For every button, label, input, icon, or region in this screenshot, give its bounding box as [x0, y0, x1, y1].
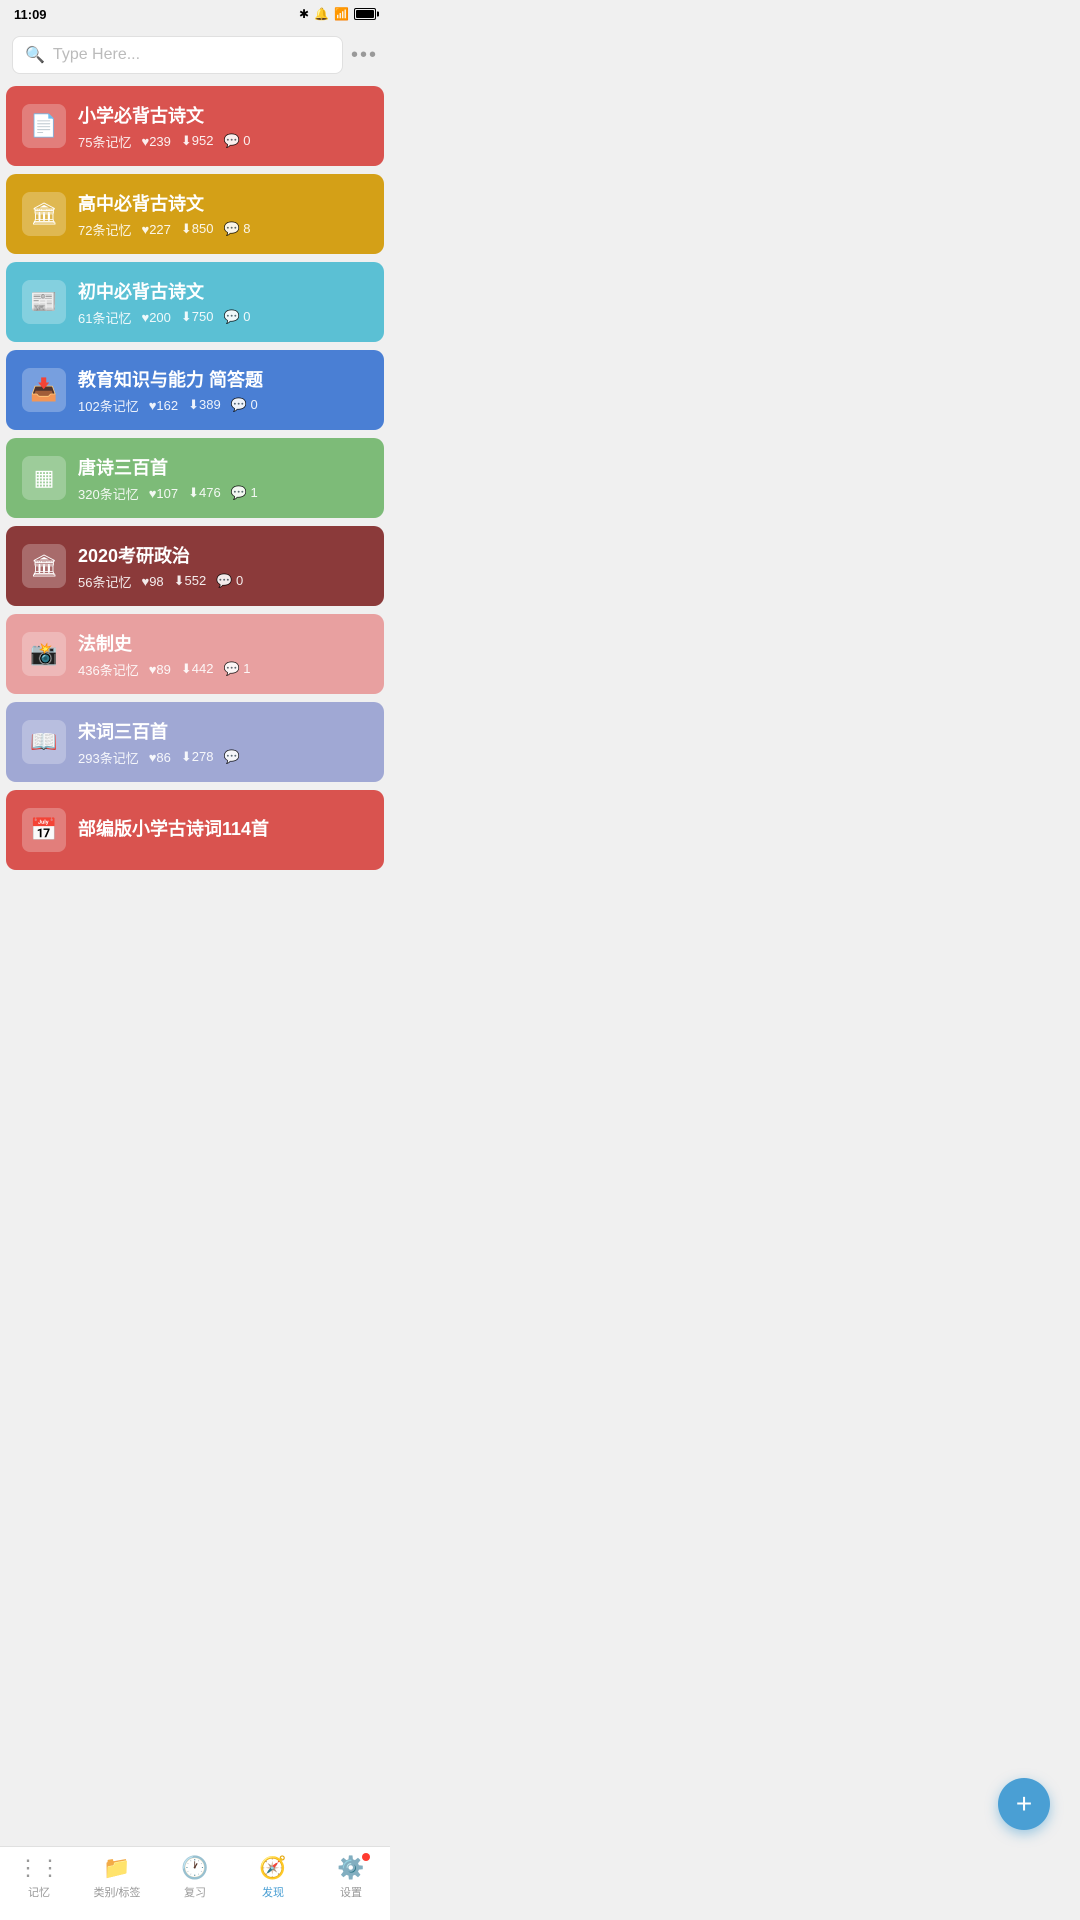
deck-likes: ♥227 [141, 222, 170, 237]
deck-stats: 320条记忆 ♥107 ⬇476 💬 1 [78, 484, 368, 503]
deck-comments: 💬 0 [231, 397, 258, 413]
nav-label-review: 复习 [184, 1884, 206, 1900]
deck-card-6[interactable]: 🏛 2020考研政治 56条记忆 ♥98 ⬇552 💬 0 [6, 526, 384, 606]
deck-downloads: ⬇750 [181, 309, 214, 325]
deck-downloads: ⬇850 [181, 221, 214, 237]
wifi-icon: 📶 [334, 7, 349, 21]
deck-comments: 💬 8 [223, 221, 250, 237]
deck-title: 教育知识与能力 简答题 [78, 366, 368, 392]
deck-stats: 61条记忆 ♥200 ⬇750 💬 0 [78, 308, 368, 327]
search-icon: 🔍 [25, 45, 45, 65]
deck-card-1[interactable]: 📄 小学必背古诗文 75条记忆 ♥239 ⬇952 💬 0 [6, 86, 384, 166]
deck-card-5[interactable]: ▦ 唐诗三百首 320条记忆 ♥107 ⬇476 💬 1 [6, 438, 384, 518]
deck-count: 102条记忆 [78, 396, 139, 415]
category-icon: 📁 [103, 1855, 130, 1881]
deck-comments: 💬 0 [223, 309, 250, 325]
status-icons: ✱ 🔔 📶 [299, 7, 376, 21]
nav-item-category[interactable]: 📁 类别/标签 [78, 1855, 156, 1900]
nav-label-discover: 发现 [262, 1884, 284, 1900]
nav-label-category: 类别/标签 [93, 1884, 140, 1900]
bottom-nav: ⋮⋮ 记忆 📁 类别/标签 🕐 复习 🧭 发现 ⚙️ 设置 [0, 1846, 390, 1920]
deck-card-9[interactable]: 📅 部编版小学古诗词114首 [6, 790, 384, 870]
deck-title: 部编版小学古诗词114首 [78, 815, 368, 841]
deck-title: 高中必背古诗文 [78, 190, 368, 216]
deck-downloads: ⬇952 [181, 133, 214, 149]
status-time: 11:09 [14, 7, 47, 22]
deck-downloads: ⬇442 [181, 661, 214, 677]
deck-downloads: ⬇389 [188, 397, 221, 413]
deck-count: 293条记忆 [78, 748, 139, 767]
deck-card-8[interactable]: 📖 宋词三百首 293条记忆 ♥86 ⬇278 💬 [6, 702, 384, 782]
deck-downloads: ⬇552 [174, 573, 207, 589]
deck-title: 宋词三百首 [78, 718, 368, 744]
more-options-button[interactable]: ••• [351, 44, 378, 67]
nav-item-memory[interactable]: ⋮⋮ 记忆 [0, 1855, 78, 1900]
deck-card-4[interactable]: 📥 教育知识与能力 简答题 102条记忆 ♥162 ⬇389 💬 0 [6, 350, 384, 430]
deck-stats: 75条记忆 ♥239 ⬇952 💬 0 [78, 132, 368, 151]
search-placeholder: Type Here... [53, 46, 140, 64]
deck-count: 61条记忆 [78, 308, 131, 327]
deck-icon: 🏛 [22, 192, 66, 236]
deck-title: 唐诗三百首 [78, 454, 368, 480]
nav-label-memory: 记忆 [28, 1884, 50, 1900]
deck-likes: ♥239 [141, 134, 170, 149]
deck-icon: 📅 [22, 808, 66, 852]
deck-comments: 💬 0 [216, 573, 243, 589]
deck-likes: ♥200 [141, 310, 170, 325]
discover-icon: 🧭 [259, 1855, 286, 1881]
deck-comments: 💬 1 [231, 485, 258, 501]
deck-icon: 🏛 [22, 544, 66, 588]
deck-icon: ▦ [22, 456, 66, 500]
deck-title: 初中必背古诗文 [78, 278, 368, 304]
deck-downloads: ⬇278 [181, 749, 214, 765]
settings-icon: ⚙️ [337, 1855, 364, 1881]
search-bar: 🔍 Type Here... ••• [0, 28, 390, 82]
deck-likes: ♥89 [149, 662, 171, 677]
memory-icon: ⋮⋮ [17, 1855, 61, 1881]
deck-title: 法制史 [78, 630, 368, 656]
nav-label-settings: 设置 [340, 1884, 362, 1900]
deck-icon: 📰 [22, 280, 66, 324]
deck-title: 2020考研政治 [78, 542, 368, 568]
deck-likes: ♥86 [149, 750, 171, 765]
status-bar: 11:09 ✱ 🔔 📶 [0, 0, 390, 28]
bluetooth-icon: ✱ [299, 7, 309, 21]
deck-stats: 56条记忆 ♥98 ⬇552 💬 0 [78, 572, 368, 591]
deck-stats: 102条记忆 ♥162 ⬇389 💬 0 [78, 396, 368, 415]
deck-count: 56条记忆 [78, 572, 131, 591]
deck-icon: 📸 [22, 632, 66, 676]
deck-comments: 💬 [223, 749, 239, 765]
deck-card-2[interactable]: 🏛 高中必背古诗文 72条记忆 ♥227 ⬇850 💬 8 [6, 174, 384, 254]
deck-card-3[interactable]: 📰 初中必背古诗文 61条记忆 ♥200 ⬇750 💬 0 [6, 262, 384, 342]
deck-list: 📄 小学必背古诗文 75条记忆 ♥239 ⬇952 💬 0 🏛 高中必背古诗文 … [0, 82, 390, 954]
review-icon: 🕐 [181, 1855, 208, 1881]
deck-count: 436条记忆 [78, 660, 139, 679]
deck-title: 小学必背古诗文 [78, 102, 368, 128]
deck-comments: 💬 0 [223, 133, 250, 149]
battery-icon [354, 8, 376, 20]
deck-icon: 📄 [22, 104, 66, 148]
deck-likes: ♥107 [149, 486, 178, 501]
notification-icon: 🔔 [314, 7, 329, 21]
nav-item-settings[interactable]: ⚙️ 设置 [312, 1855, 390, 1900]
nav-item-review[interactable]: 🕐 复习 [156, 1855, 234, 1900]
deck-likes: ♥98 [141, 574, 163, 589]
settings-badge [362, 1853, 370, 1861]
deck-likes: ♥162 [149, 398, 178, 413]
deck-icon: 📖 [22, 720, 66, 764]
search-input-wrap[interactable]: 🔍 Type Here... [12, 36, 343, 74]
deck-card-7[interactable]: 📸 法制史 436条记忆 ♥89 ⬇442 💬 1 [6, 614, 384, 694]
deck-stats: 436条记忆 ♥89 ⬇442 💬 1 [78, 660, 368, 679]
deck-stats: 72条记忆 ♥227 ⬇850 💬 8 [78, 220, 368, 239]
deck-count: 72条记忆 [78, 220, 131, 239]
add-deck-button[interactable]: + [998, 1778, 1050, 1830]
deck-comments: 💬 1 [223, 661, 250, 677]
deck-count: 320条记忆 [78, 484, 139, 503]
deck-count: 75条记忆 [78, 132, 131, 151]
deck-icon: 📥 [22, 368, 66, 412]
deck-downloads: ⬇476 [188, 485, 221, 501]
deck-stats: 293条记忆 ♥86 ⬇278 💬 [78, 748, 368, 767]
nav-item-discover[interactable]: 🧭 发现 [234, 1855, 312, 1900]
